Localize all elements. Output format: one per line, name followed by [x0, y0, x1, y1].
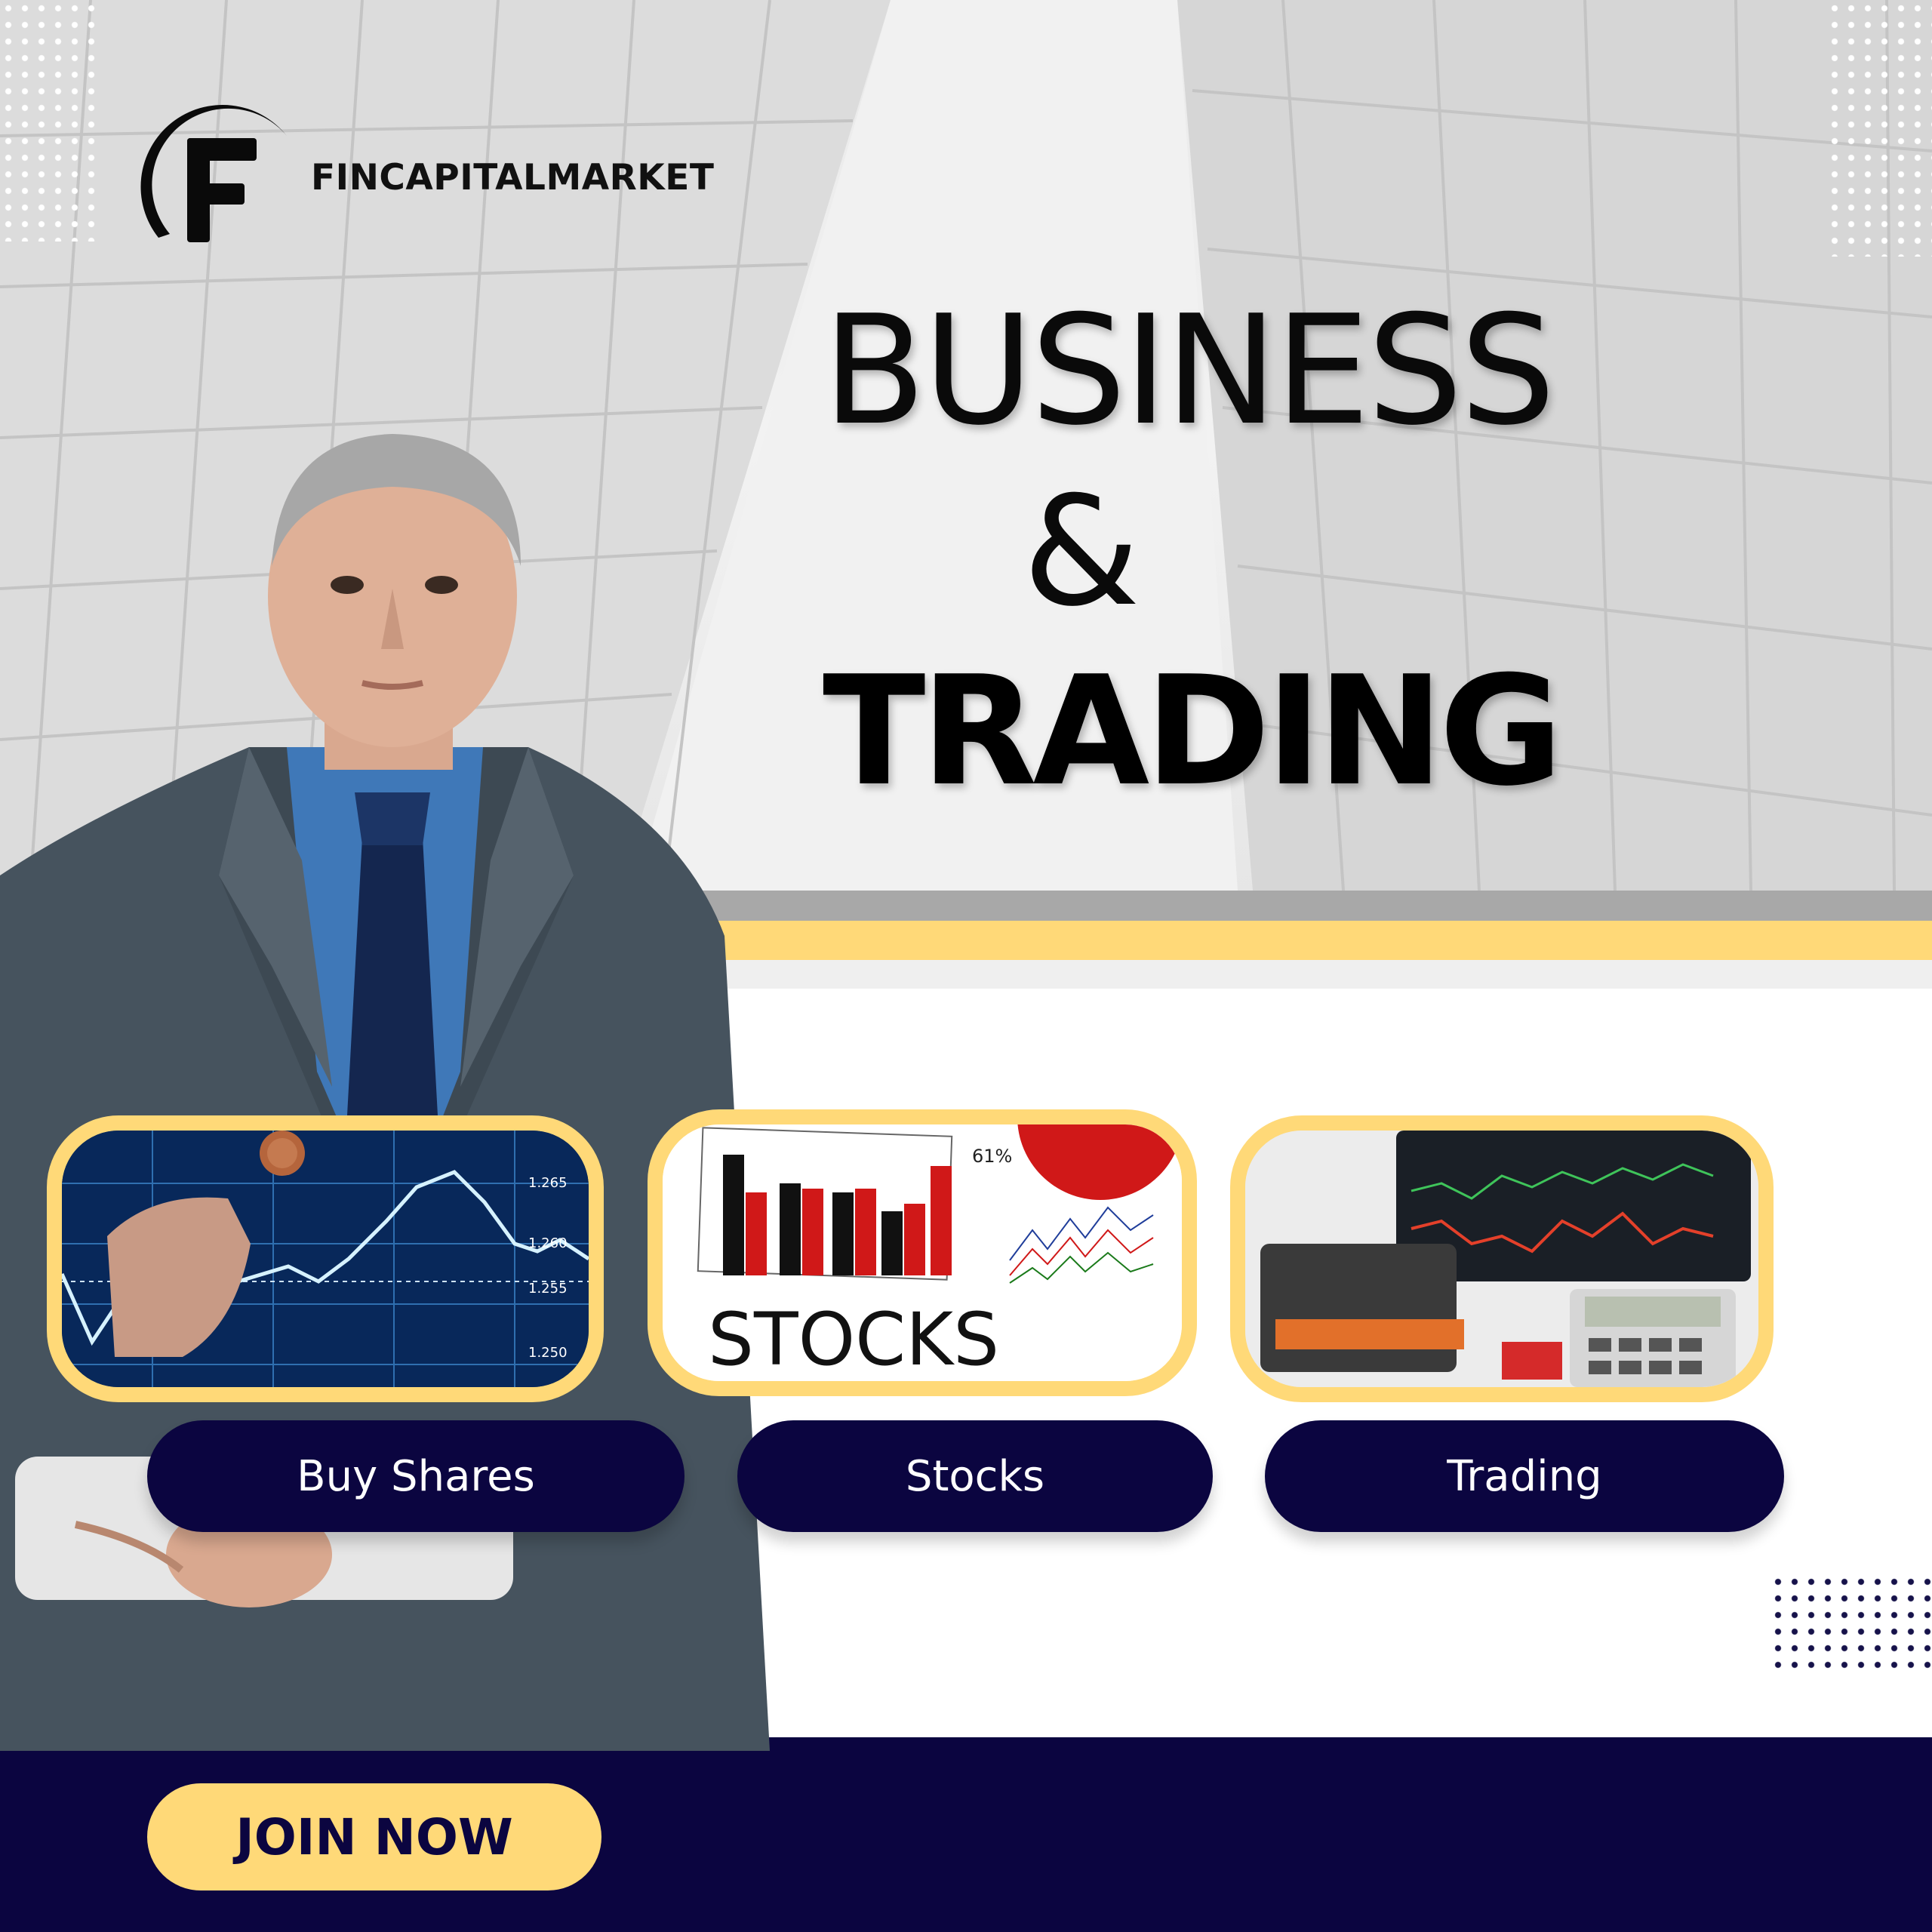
- stocks-image-text: STOCKS: [708, 1297, 999, 1381]
- chart-tick: 1.265: [528, 1175, 568, 1191]
- trading-image[interactable]: [1230, 1115, 1774, 1402]
- trading-desk-icon: [1245, 1131, 1758, 1387]
- headline-ampersand: &: [1023, 464, 1140, 640]
- trading-button[interactable]: Trading: [1265, 1420, 1784, 1532]
- stocks-button[interactable]: Stocks: [737, 1420, 1213, 1532]
- buy-shares-image[interactable]: 1.265 1.260 1.255 1.250: [47, 1115, 604, 1402]
- businessman-photo: [0, 392, 777, 1751]
- join-now-button[interactable]: JOIN NOW: [147, 1783, 601, 1890]
- stocks-image[interactable]: 61% STOCKS: [648, 1109, 1197, 1396]
- buy-shares-button[interactable]: Buy Shares: [147, 1420, 685, 1532]
- chart-tick: 1.250: [528, 1345, 568, 1361]
- logo-mark-icon: [140, 104, 287, 242]
- chart-tick: 1.255: [528, 1281, 568, 1297]
- stock-chart-coin-icon: 1.265 1.260 1.255 1.250: [62, 1131, 589, 1387]
- decorative-dot-grid: [0, 0, 98, 242]
- stocks-bar-chart-icon: 61% STOCKS: [663, 1124, 1182, 1381]
- brand-name: FINCAPITALMARKET: [311, 157, 715, 198]
- headline-trading: TRADING: [823, 644, 1563, 820]
- headline-business: BUSINESS: [823, 283, 1555, 459]
- chart-tick: 1.260: [528, 1235, 568, 1251]
- decorative-dot-grid: [1770, 1574, 1932, 1672]
- decorative-dot-grid: [1826, 0, 1932, 257]
- brand-logo: [128, 94, 302, 249]
- percent-label: 61%: [972, 1146, 1012, 1167]
